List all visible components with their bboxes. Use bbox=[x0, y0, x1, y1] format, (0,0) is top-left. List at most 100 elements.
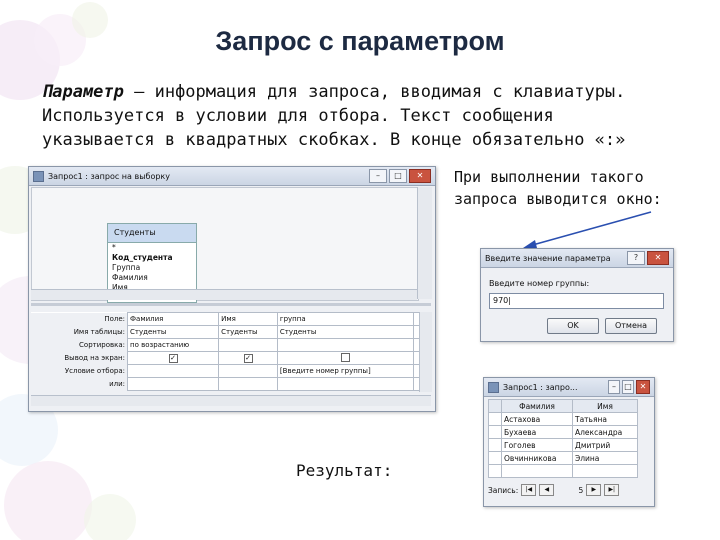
grid-cell[interactable] bbox=[126, 364, 220, 378]
grid-cell[interactable]: Фамилия bbox=[126, 312, 220, 326]
query-icon bbox=[488, 381, 499, 393]
table-row: Овчинникова Элина bbox=[488, 451, 638, 465]
query-window-title: Запрос1 : запрос на выборку bbox=[48, 171, 170, 181]
table-cell[interactable]: Элина bbox=[572, 451, 638, 465]
record-navigator: Запись: |◀ ◀ 5 ▶ ▶| bbox=[488, 483, 642, 497]
parameter-value: 970 bbox=[493, 296, 509, 305]
result-window: Запрос1 : запро... – □ ✕ Фамилия Имя Аст… bbox=[483, 377, 655, 507]
table-row: Гоголев Дмитрий bbox=[488, 438, 638, 452]
grid-cell[interactable]: группа bbox=[276, 312, 414, 326]
field-item[interactable]: Группа bbox=[108, 263, 196, 273]
row-label: или: bbox=[31, 377, 128, 391]
table-row: Бухаева Александра bbox=[488, 425, 638, 439]
grid-cell bbox=[276, 351, 414, 365]
grid-cell[interactable] bbox=[276, 377, 414, 391]
result-window-title: Запрос1 : запро... bbox=[503, 382, 578, 392]
row-selector[interactable] bbox=[488, 438, 502, 452]
pointer-arrow bbox=[523, 211, 652, 248]
grid-cell[interactable] bbox=[218, 364, 278, 378]
definition-paragraph: Параметр – информация для запроса, вводи… bbox=[42, 80, 652, 152]
help-button[interactable]: ? bbox=[627, 251, 645, 265]
row-selector[interactable] bbox=[488, 412, 502, 426]
row-label: Поле: bbox=[31, 312, 128, 326]
grid-cell[interactable] bbox=[126, 377, 220, 391]
dialog-title: Введите значение параметра bbox=[485, 253, 611, 263]
grid-horizontal-scrollbar[interactable] bbox=[31, 395, 431, 406]
grid-cell[interactable]: Студенты bbox=[276, 325, 414, 339]
query-icon bbox=[33, 170, 44, 182]
field-item[interactable]: * bbox=[108, 243, 196, 253]
show-checkbox[interactable]: ✓ bbox=[243, 353, 253, 363]
pane-splitter[interactable] bbox=[31, 303, 431, 306]
first-record-icon[interactable]: |◀ bbox=[521, 484, 537, 496]
row-selector[interactable] bbox=[488, 425, 502, 439]
top-scrollbar[interactable] bbox=[417, 187, 432, 299]
query-window-titlebar[interactable]: Запрос1 : запрос на выборку – □ ✕ bbox=[29, 167, 435, 186]
result-label: Результат: bbox=[296, 461, 393, 480]
table-cell[interactable]: Татьяна bbox=[572, 412, 638, 426]
parameter-prompt: Введите номер группы: bbox=[489, 279, 590, 288]
query-design-window: Запрос1 : запрос на выборку – □ ✕ Студен… bbox=[28, 166, 436, 412]
grid-cell[interactable]: Студенты bbox=[126, 325, 220, 339]
minimize-button[interactable]: – bbox=[608, 380, 620, 394]
grid-cell[interactable]: Имя bbox=[218, 312, 278, 326]
table-cell[interactable]: Астахова bbox=[501, 412, 573, 426]
row-label: Условие отбора: bbox=[31, 364, 128, 378]
grid-cell[interactable]: [Введите номер группы] bbox=[276, 364, 414, 378]
show-checkbox[interactable]: ✓ bbox=[168, 353, 178, 363]
dialog-titlebar[interactable]: Введите значение параметра ? ✕ bbox=[481, 249, 673, 268]
table-cell[interactable]: Гоголев bbox=[501, 438, 573, 452]
grid-cell[interactable]: Студенты bbox=[218, 325, 278, 339]
parameter-dialog: Введите значение параметра ? ✕ Введите н… bbox=[480, 248, 674, 342]
grid-cell: ✓ bbox=[218, 351, 278, 365]
definition-text: – информация для запроса, вводимая с кла… bbox=[42, 82, 626, 150]
grid-cell[interactable] bbox=[276, 338, 414, 352]
close-button[interactable]: ✕ bbox=[409, 169, 431, 183]
grid-cell[interactable] bbox=[218, 377, 278, 391]
field-item[interactable]: Фамилия bbox=[108, 273, 196, 283]
table-name: Студенты bbox=[108, 224, 196, 243]
cancel-button[interactable]: Отмена bbox=[605, 318, 657, 334]
table-cell[interactable]: Дмитрий bbox=[572, 438, 638, 452]
row-label: Вывод на экран: bbox=[31, 351, 128, 365]
last-record-icon[interactable]: ▶| bbox=[604, 484, 620, 496]
dialog-close-button[interactable]: ✕ bbox=[647, 251, 669, 265]
row-label: Имя таблицы: bbox=[31, 325, 128, 339]
grid-cell: ✓ bbox=[126, 351, 220, 365]
ok-button[interactable]: OK bbox=[547, 318, 599, 334]
table-cell[interactable] bbox=[572, 464, 638, 478]
row-selector[interactable] bbox=[488, 464, 502, 478]
column-header[interactable]: Имя bbox=[572, 399, 638, 413]
row-label: Сортировка: bbox=[31, 338, 128, 352]
next-record-icon[interactable]: ▶ bbox=[586, 484, 602, 496]
record-count[interactable]: 5 bbox=[557, 486, 583, 495]
table-cell[interactable]: Овчинникова bbox=[501, 451, 573, 465]
record-nav-label: Запись: bbox=[488, 485, 519, 495]
parameter-input[interactable]: 970| bbox=[489, 293, 664, 309]
grid-row-sort: Сортировка: по возрастанию bbox=[31, 338, 422, 352]
result-titlebar[interactable]: Запрос1 : запро... – □ ✕ bbox=[484, 378, 654, 397]
column-header[interactable]: Фамилия bbox=[501, 399, 573, 413]
row-selector-header[interactable] bbox=[488, 399, 502, 413]
slide-title: Запрос с параметром bbox=[215, 26, 505, 56]
result-table: Фамилия Имя Астахова Татьяна Бухаева Але… bbox=[488, 399, 638, 478]
table-cell[interactable]: Александра bbox=[572, 425, 638, 439]
row-selector[interactable] bbox=[488, 451, 502, 465]
show-checkbox[interactable] bbox=[340, 352, 350, 362]
grid-row-table: Имя таблицы: Студенты Студенты Студенты bbox=[31, 325, 422, 339]
field-item[interactable]: Код_студента bbox=[108, 253, 196, 263]
table-cell[interactable] bbox=[501, 464, 573, 478]
horizontal-scrollbar[interactable] bbox=[31, 289, 417, 300]
grid-cell[interactable]: по возрастанию bbox=[126, 338, 220, 352]
minimize-button[interactable]: – bbox=[369, 169, 387, 183]
grid-row-or: или: bbox=[31, 377, 422, 391]
term: Параметр bbox=[42, 82, 124, 102]
table-cell[interactable]: Бухаева bbox=[501, 425, 573, 439]
close-button[interactable]: ✕ bbox=[636, 380, 650, 394]
grid-scrollbar[interactable] bbox=[419, 312, 432, 392]
maximize-button[interactable]: □ bbox=[622, 380, 634, 394]
new-record-row bbox=[488, 464, 638, 478]
prev-record-icon[interactable]: ◀ bbox=[539, 484, 555, 496]
grid-cell[interactable] bbox=[218, 338, 278, 352]
maximize-button[interactable]: □ bbox=[389, 169, 407, 183]
